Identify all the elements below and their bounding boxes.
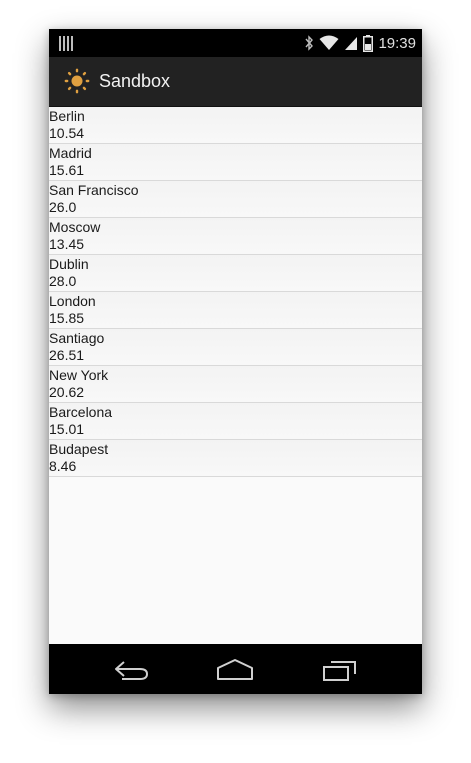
app-bar: Sandbox bbox=[49, 57, 422, 107]
list-item[interactable]: Berlin 10.54 bbox=[49, 107, 422, 144]
list-item[interactable]: Santiago 26.51 bbox=[49, 329, 422, 366]
city-value: 8.46 bbox=[49, 457, 77, 474]
city-value: 15.61 bbox=[49, 161, 85, 178]
status-bar: 19:39 bbox=[49, 29, 422, 57]
city-name: Berlin bbox=[49, 108, 85, 124]
city-value: 15.01 bbox=[49, 420, 85, 437]
city-name: London bbox=[49, 293, 96, 309]
city-value: 20.62 bbox=[49, 383, 85, 400]
city-value: 13.45 bbox=[49, 235, 85, 252]
list-item[interactable]: Dublin 28.0 bbox=[49, 255, 422, 292]
list-item[interactable]: Madrid 15.61 bbox=[49, 144, 422, 181]
city-list: Berlin 10.54 Madrid 15.61 San Francisco … bbox=[49, 107, 422, 477]
list-item[interactable]: Budapest 8.46 bbox=[49, 440, 422, 477]
wifi-icon bbox=[319, 35, 339, 50]
recent-apps-icon[interactable] bbox=[319, 658, 359, 682]
list-item[interactable]: New York 20.62 bbox=[49, 366, 422, 403]
city-value: 26.51 bbox=[49, 346, 85, 363]
bluetooth-icon bbox=[305, 35, 314, 51]
city-name: Dublin bbox=[49, 256, 89, 272]
signal-icon bbox=[345, 37, 358, 50]
city-name: San Francisco bbox=[49, 182, 139, 198]
list-item[interactable]: Moscow 13.45 bbox=[49, 218, 422, 255]
back-icon[interactable] bbox=[112, 658, 152, 682]
city-name: Madrid bbox=[49, 145, 92, 161]
list-item[interactable]: San Francisco 26.0 bbox=[49, 181, 422, 218]
city-name: Barcelona bbox=[49, 404, 113, 420]
status-time: 19:39 bbox=[378, 34, 416, 52]
battery-icon bbox=[363, 34, 374, 52]
city-value: 15.85 bbox=[49, 309, 85, 326]
city-name: Moscow bbox=[49, 219, 101, 235]
notification-icon bbox=[59, 36, 73, 51]
list-item[interactable]: Barcelona 15.01 bbox=[49, 403, 422, 440]
city-name: New York bbox=[49, 367, 109, 383]
sun-icon[interactable] bbox=[64, 68, 90, 94]
list-item[interactable]: London 15.85 bbox=[49, 292, 422, 329]
city-name: Budapest bbox=[49, 441, 109, 457]
city-value: 10.54 bbox=[49, 124, 85, 141]
app-title: Sandbox bbox=[99, 71, 171, 91]
navigation-bar bbox=[49, 644, 422, 694]
city-name: Santiago bbox=[49, 330, 105, 346]
city-value: 28.0 bbox=[49, 272, 77, 289]
city-value: 26.0 bbox=[49, 198, 77, 215]
phone-screen: 19:39 Sandbox Berlin 10.54 Madrid 15.61 … bbox=[49, 29, 422, 694]
home-icon[interactable] bbox=[215, 658, 255, 682]
status-icons: 19:39 bbox=[304, 32, 416, 54]
